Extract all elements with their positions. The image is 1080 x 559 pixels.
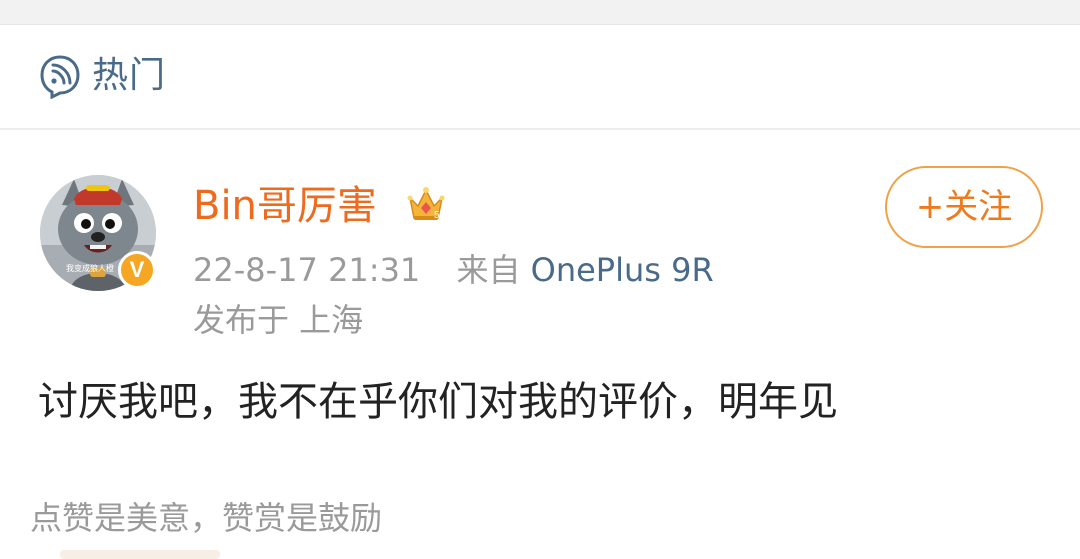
post-content: 讨厌我吧，我不在乎你们对我的评价，明年见 xyxy=(38,379,838,425)
username[interactable]: Bin哥厉害 xyxy=(193,178,377,234)
post-time: 22-8-17 21:31 xyxy=(193,251,421,289)
hot-topic-icon xyxy=(40,55,80,99)
post-meta: 22-8-17 21:31 来自 OnePlus 9R xyxy=(193,248,714,292)
verified-badge: V xyxy=(118,251,156,289)
top-strip xyxy=(0,0,1080,25)
vip-level: 5 xyxy=(434,210,440,221)
vip-crown-icon: 5 xyxy=(407,187,445,221)
section-title: 热门 xyxy=(92,55,167,96)
reward-area-edge xyxy=(60,550,220,559)
verified-badge-label: V xyxy=(129,257,145,282)
post-location: 发布于 上海 xyxy=(193,301,364,339)
post-card: 我变成狼人橙 V Bin哥厉害 5 22-8-17 21:31 来自 OnePl… xyxy=(0,130,1080,559)
follow-button[interactable]: +关注 xyxy=(885,166,1043,248)
device-link[interactable]: OnePlus 9R xyxy=(531,251,714,289)
reward-hint: 点赞是美意，赞赏是鼓励 xyxy=(30,499,383,537)
source-prefix: 来自 xyxy=(456,251,521,289)
avatar-caption: 我变成狼人橙 xyxy=(66,264,114,273)
section-header: 热门 xyxy=(0,25,1080,130)
